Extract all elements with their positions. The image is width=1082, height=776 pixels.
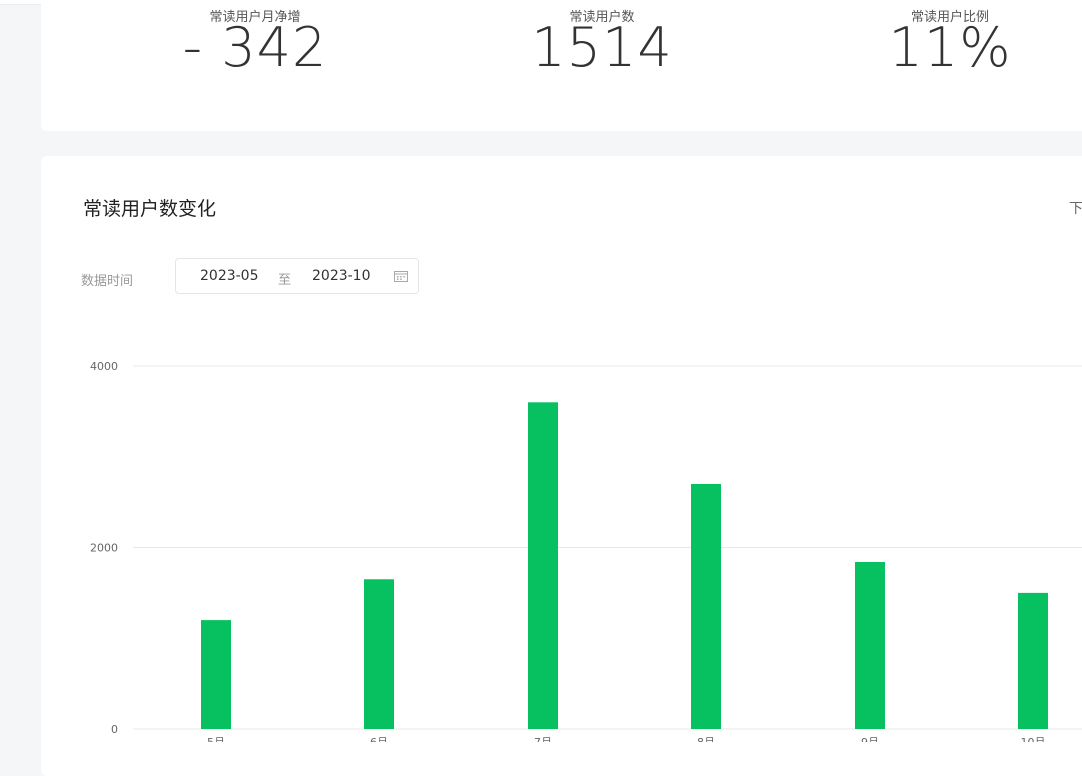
x-tick-label: 8月	[697, 736, 715, 742]
y-tick-label: 0	[111, 723, 118, 736]
bar-chart: 0 2000 4000 5月 6月 7月 8月 9月 10月	[90, 360, 1082, 742]
bar-4[interactable]	[855, 562, 885, 729]
y-tick-label: 4000	[90, 360, 118, 373]
y-tick-label: 2000	[90, 542, 118, 555]
x-tick-label: 6月	[370, 736, 388, 742]
bar-1[interactable]	[364, 579, 394, 729]
bar-3[interactable]	[691, 483, 721, 729]
x-tick-label: 5月	[207, 736, 225, 742]
x-tick-label: 7月	[534, 736, 552, 742]
x-tick-label: 9月	[861, 736, 879, 742]
bar-2[interactable]	[528, 402, 558, 729]
bar-5[interactable]	[1018, 592, 1048, 729]
x-tick-label: 10月	[1021, 736, 1046, 742]
bar-0[interactable]	[201, 620, 231, 729]
